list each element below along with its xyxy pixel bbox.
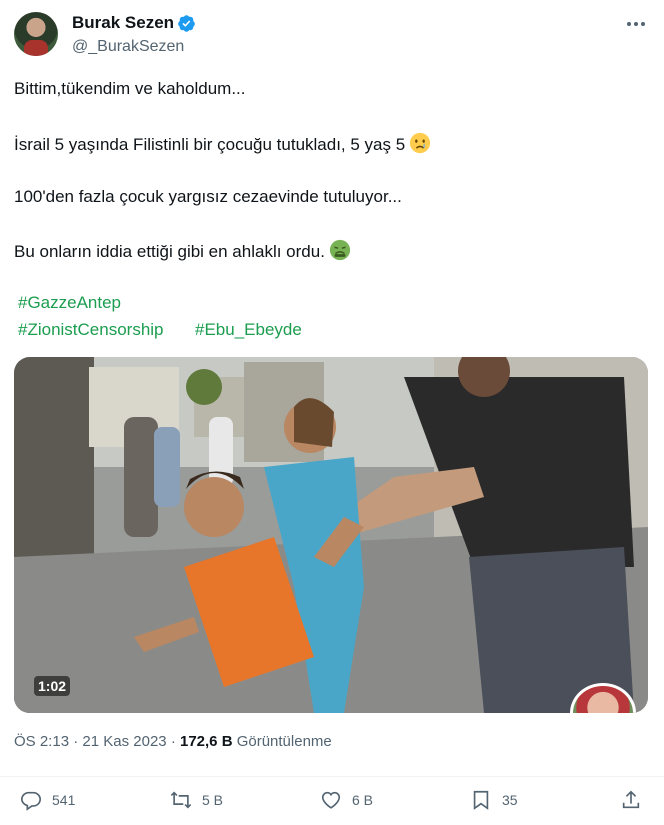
author-name[interactable]: Burak Sezen (72, 13, 174, 33)
share-button[interactable] (620, 789, 642, 811)
verified-badge-icon (178, 15, 195, 32)
tweet: Burak Sezen @_BurakSezen Bittim,tükendim… (0, 0, 664, 825)
hashtag-gazzeantep[interactable]: #GazzeAntep (18, 292, 121, 314)
meta-separator-2: · (170, 733, 176, 750)
meta-separator: · (73, 733, 79, 750)
tweet-meta: ÖS 2:13 · 21 Kas 2023 · 172,6 B Görüntül… (14, 733, 332, 750)
reply-button[interactable]: 541 (20, 789, 75, 811)
bookmark-count: 35 (502, 792, 518, 808)
bookmark-icon (473, 790, 489, 810)
tweet-date[interactable]: 21 Kas 2023 (82, 733, 166, 750)
heart-icon (321, 791, 341, 809)
video-duration: 1:02 (34, 676, 71, 696)
more-options-icon[interactable] (624, 14, 648, 34)
crying-face-icon (410, 132, 431, 154)
avatar[interactable] (14, 12, 58, 56)
video-frame (14, 357, 648, 713)
tweet-line-1-text: Bittim,tükendim ve kaholdum... (14, 79, 246, 98)
like-count: 6 B (352, 792, 374, 808)
hashtag-zionistcensorship[interactable]: #ZionistCensorship (18, 319, 164, 341)
view-count-label: Görüntülenme (236, 733, 332, 750)
repost-button[interactable]: 5 B (170, 789, 223, 811)
view-count: 172,6 B (179, 733, 233, 750)
hashtag-ebu-ebeyde[interactable]: #Ebu_Ebeyde (195, 319, 302, 341)
tweet-line-4: Bu onların iddia ettiği gibi en ahlaklı … (14, 239, 351, 263)
repost-count: 5 B (202, 792, 224, 808)
tweet-line-4-text: Bu onların iddia ettiği gibi en ahlaklı … (14, 242, 325, 261)
tweet-time[interactable]: ÖS 2:13 (14, 733, 69, 750)
tweet-line-2-text: İsrail 5 yaşında Filistinli bir çocuğu t… (14, 135, 406, 154)
video-player[interactable]: 1:02 (14, 357, 648, 713)
tweet-line-2: İsrail 5 yaşında Filistinli bir çocuğu t… (14, 132, 431, 156)
author-handle[interactable]: @_BurakSezen (72, 38, 184, 56)
nauseated-face-icon (329, 239, 351, 261)
action-bar: 541 5 B 6 B 35 (0, 776, 664, 820)
share-icon (622, 790, 640, 809)
reply-icon (21, 791, 41, 811)
tweet-line-1: Bittim,tükendim ve kaholdum... (14, 78, 245, 100)
repost-icon (170, 791, 192, 809)
bookmark-button[interactable]: 35 (470, 789, 518, 811)
avatar-shirt (24, 40, 48, 56)
reply-count: 541 (52, 792, 76, 808)
tweet-line-3-text: 100'den fazla çocuk yargısız cezaevinde … (14, 187, 402, 206)
like-button[interactable]: 6 B (320, 789, 373, 811)
tweet-line-3: 100'den fazla çocuk yargısız cezaevinde … (14, 186, 402, 208)
